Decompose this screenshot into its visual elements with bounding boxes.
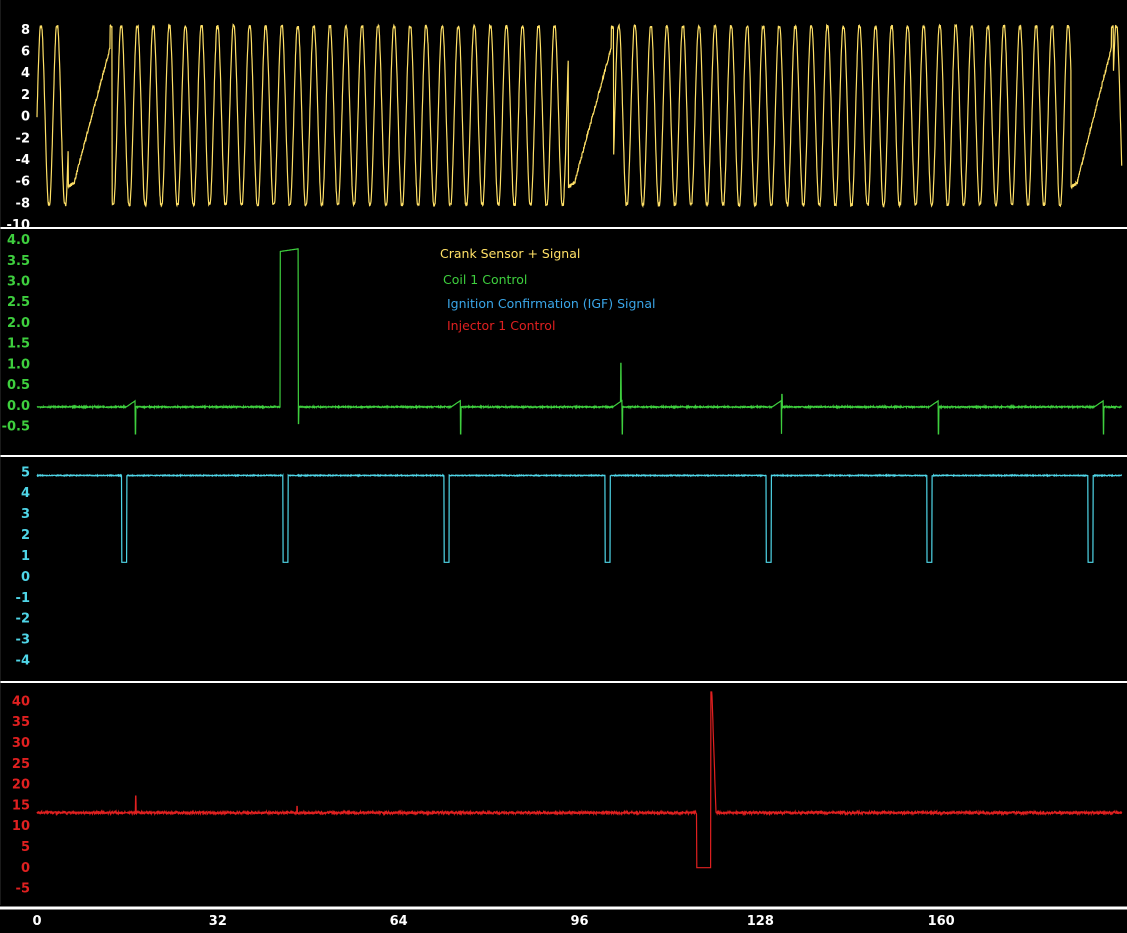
- injector-y-tick-15: 15: [12, 798, 30, 813]
- coil-y-tick-0.0: 0.0: [7, 399, 30, 414]
- igf-y-tick-5: 5: [21, 465, 30, 480]
- x-tick-label-64: 64: [390, 914, 408, 929]
- coil-y-tick-1.0: 1.0: [7, 357, 30, 372]
- igf-y-tick--2: -2: [16, 612, 30, 627]
- x-tick-label-160: 160: [928, 914, 955, 929]
- injector-y-tick--5: -5: [16, 882, 30, 897]
- injector-y-tick-10: 10: [12, 819, 30, 834]
- oscilloscope-chart: 0 32 64 96 128 160 8 6 4 2 0 -2 -4 -6 -8 -10 4.0 3.5 3.0 2.…: [0, 0, 1127, 933]
- legend-entry-3: Ignition Confirmation (IGF) Signal: [447, 296, 655, 311]
- coil-y-tick-3.5: 3.5: [7, 254, 30, 269]
- coil-y-tick-2.5: 2.5: [7, 295, 30, 310]
- injector-y-tick-30: 30: [12, 736, 30, 751]
- igf-y-tick-4: 4: [21, 486, 30, 501]
- igf-y-tick--3: -3: [16, 633, 30, 648]
- x-tick-label-96: 96: [570, 914, 588, 929]
- coil-y-tick-1.5: 1.5: [7, 337, 30, 352]
- crank-y-tick--10: -10: [7, 218, 31, 233]
- x-tick-label-32: 32: [209, 914, 227, 929]
- crank-y-tick-4: 4: [21, 66, 30, 81]
- coil-y-tick--0.5: -0.5: [2, 420, 30, 435]
- x-tick-label-0: 0: [32, 914, 41, 929]
- igf-y-tick-2: 2: [21, 528, 30, 543]
- oscilloscope-svg: 0 32 64 96 128 16086420-2-4-6-8-104.03.53.02.…: [0, 0, 1127, 933]
- igf-y-tick-3: 3: [21, 507, 30, 522]
- legend-entry-4: Injector 1 Control: [447, 318, 555, 333]
- igf-y-tick-1: 1: [21, 549, 30, 564]
- x-tick-label-128: 128: [747, 914, 774, 929]
- crank-y-tick--6: -6: [16, 175, 30, 190]
- legend-entry-1: Crank Sensor + Signal: [440, 246, 580, 261]
- legend-entry-2: Coil 1 Control: [443, 272, 527, 287]
- coil-y-tick-4.0: 4.0: [7, 233, 30, 248]
- injector-y-tick-35: 35: [12, 715, 30, 730]
- igf-y-tick-0: 0: [21, 570, 30, 585]
- crank-y-tick--2: -2: [16, 131, 30, 146]
- crank-y-tick--4: -4: [16, 153, 30, 168]
- injector-y-tick-5: 5: [21, 840, 30, 855]
- crank-y-tick--8: -8: [16, 196, 30, 211]
- coil-y-tick-2.0: 2.0: [7, 316, 30, 331]
- injector-y-tick-0: 0: [21, 861, 30, 876]
- crank-y-tick-8: 8: [21, 23, 30, 38]
- injector-y-tick-20: 20: [12, 778, 30, 793]
- crank-y-tick-2: 2: [21, 88, 30, 103]
- igf-y-tick--4: -4: [16, 654, 30, 669]
- crank-y-tick-6: 6: [21, 45, 30, 60]
- coil-y-tick-0.5: 0.5: [7, 378, 30, 393]
- igf-y-tick--1: -1: [16, 591, 30, 606]
- injector-y-tick-40: 40: [12, 694, 30, 709]
- crank-y-tick-0: 0: [21, 110, 30, 125]
- injector-y-tick-25: 25: [12, 757, 30, 772]
- plot-background: [0, 0, 1127, 933]
- coil-y-tick-3.0: 3.0: [7, 275, 30, 290]
